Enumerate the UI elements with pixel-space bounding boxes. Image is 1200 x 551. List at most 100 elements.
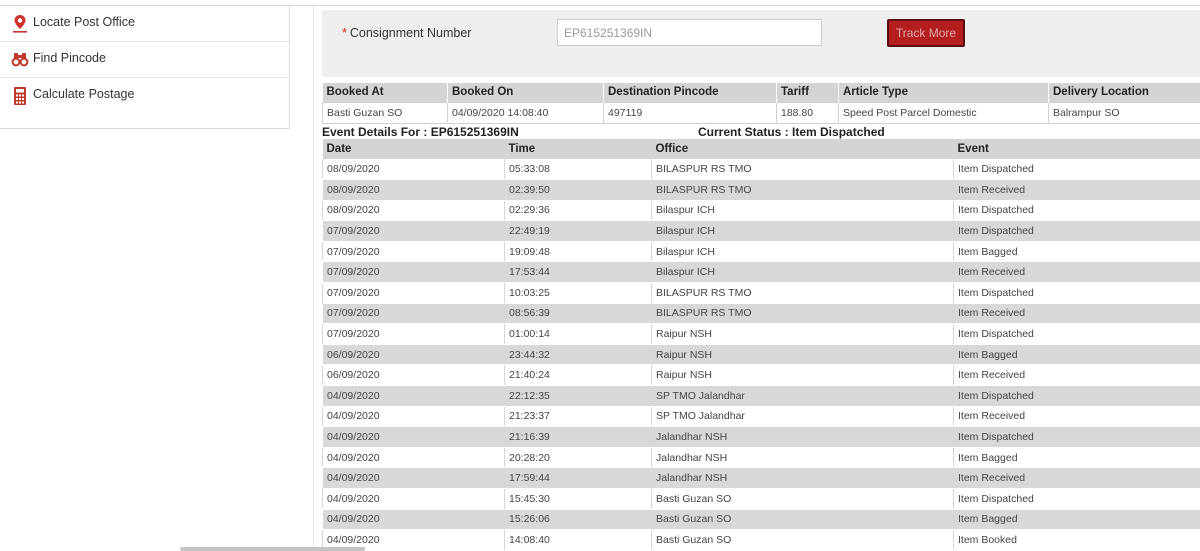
consignment-label-text: Consignment Number bbox=[349, 26, 472, 40]
event-cell: Item Received bbox=[953, 406, 1200, 428]
event-cell: Item Received bbox=[953, 303, 1200, 325]
binoculars-icon bbox=[11, 50, 29, 68]
column-header-time: Time bbox=[504, 139, 652, 159]
time-cell: 23:44:32 bbox=[504, 344, 652, 366]
event-cell: Item Dispatched bbox=[953, 385, 1200, 407]
date-cell: 04/09/2020 bbox=[322, 406, 505, 428]
date-cell: 07/09/2020 bbox=[322, 323, 505, 345]
office-cell: Raipur NSH bbox=[651, 323, 954, 345]
booking-header-row: Booked At Booked On Destination Pincode … bbox=[322, 83, 1200, 102]
booking-details-table: Booked At Booked On Destination Pincode … bbox=[322, 83, 1200, 124]
office-cell: Basti Guzan SO bbox=[651, 509, 954, 531]
date-cell: 04/09/2020 bbox=[322, 488, 505, 510]
consignment-number-input[interactable] bbox=[557, 19, 822, 46]
office-cell: Raipur NSH bbox=[651, 344, 954, 366]
table-row: 07/09/2020 01:00:14 Raipur NSH Item Dispatc… bbox=[322, 323, 1200, 345]
date-cell: 04/09/2020 bbox=[322, 467, 505, 489]
event-cell: Item Bagged bbox=[953, 509, 1200, 531]
horizontal-scrollbar[interactable] bbox=[180, 547, 365, 551]
sidebar-item-label: Find Pincode bbox=[33, 51, 106, 65]
office-cell: Raipur NSH bbox=[651, 364, 954, 387]
table-row: 07/09/2020 22:49:19 Bilaspur ICH Item Dispa… bbox=[322, 220, 1200, 242]
office-cell: BILASPUR RS TMO bbox=[651, 179, 954, 201]
date-cell: 08/09/2020 bbox=[322, 179, 505, 201]
date-cell: 07/09/2020 bbox=[322, 220, 505, 242]
booked-at-cell: Basti Guzan SO bbox=[322, 101, 448, 124]
time-cell: 17:59:44 bbox=[504, 467, 652, 489]
time-cell: 08:56:39 bbox=[504, 303, 652, 325]
table-row: 07/09/2020 08:56:39 BILASPUR RS TMO Item Re… bbox=[322, 303, 1200, 325]
calculator-icon bbox=[11, 86, 29, 105]
sidebar-item-find-pincode[interactable]: Find Pincode bbox=[0, 42, 289, 78]
office-cell: Basti Guzan SO bbox=[651, 488, 954, 510]
time-cell: 15:26:06 bbox=[504, 509, 652, 531]
event-cell: Item Dispatched bbox=[953, 282, 1200, 304]
time-cell: 02:29:36 bbox=[504, 200, 652, 222]
office-cell: BILASPUR RS TMO bbox=[651, 303, 954, 325]
event-cell: Item Bagged bbox=[953, 447, 1200, 469]
table-row: 04/09/2020 15:45:30 Basti Guzan SO Item Dis… bbox=[322, 488, 1200, 510]
column-header-office: Office bbox=[651, 139, 954, 159]
time-cell: 15:45:30 bbox=[504, 488, 652, 510]
time-cell: 17:53:44 bbox=[504, 261, 652, 284]
column-header-booked-at: Booked At bbox=[322, 83, 448, 102]
event-cell: Item Received bbox=[953, 364, 1200, 387]
event-cell: Item Dispatched bbox=[953, 200, 1200, 222]
time-cell: 10:03:25 bbox=[504, 282, 652, 304]
time-cell: 21:23:37 bbox=[504, 406, 652, 428]
column-header-booked-on: Booked On bbox=[447, 83, 604, 102]
current-status: Current Status : Item Dispatched bbox=[698, 125, 885, 139]
event-cell: Item Dispatched bbox=[953, 488, 1200, 510]
time-cell: 22:49:19 bbox=[504, 220, 652, 242]
date-cell: 08/09/2020 bbox=[322, 200, 505, 222]
office-cell: BILASPUR RS TMO bbox=[651, 159, 954, 181]
date-cell: 04/09/2020 bbox=[322, 509, 505, 531]
event-cell: Item Dispatched bbox=[953, 323, 1200, 345]
time-cell: 21:40:24 bbox=[504, 364, 652, 387]
table-row: 07/09/2020 10:03:25 BILASPUR RS TMO Item Di… bbox=[322, 282, 1200, 304]
office-cell: Jalandhar NSH bbox=[651, 447, 954, 469]
office-cell: SP TMO Jalandhar bbox=[651, 406, 954, 428]
column-header-article-type: Article Type bbox=[838, 83, 1049, 102]
office-cell: Bilaspur ICH bbox=[651, 220, 954, 242]
event-cell: Item Dispatched bbox=[953, 426, 1200, 448]
date-cell: 08/09/2020 bbox=[322, 159, 505, 181]
booking-row: Basti Guzan SO 04/09/2020 14:08:40 49711… bbox=[322, 101, 1200, 124]
table-row: 04/09/2020 17:59:44 Jalandhar NSH Item Rece… bbox=[322, 467, 1200, 489]
date-cell: 07/09/2020 bbox=[322, 303, 505, 325]
column-header-delivery-location: Delivery Location bbox=[1048, 83, 1200, 102]
time-cell: 21:16:39 bbox=[504, 426, 652, 448]
location-pin-icon bbox=[11, 14, 29, 33]
date-cell: 07/09/2020 bbox=[322, 241, 505, 263]
sidebar-item-label: Locate Post Office bbox=[33, 15, 135, 29]
event-cell: Item Booked bbox=[953, 529, 1200, 551]
delivery-location-cell: Balrampur SO bbox=[1048, 101, 1200, 124]
tariff-cell: 188.80 bbox=[776, 101, 839, 124]
table-row: 04/09/2020 21:16:39 Jalandhar NSH Item Disp… bbox=[322, 426, 1200, 448]
office-cell: Bilaspur ICH bbox=[651, 200, 954, 222]
date-cell: 04/09/2020 bbox=[322, 447, 505, 469]
table-row: 04/09/2020 22:12:35 SP TMO Jalandhar Item D… bbox=[322, 385, 1200, 407]
sidebar-item-calculate-postage[interactable]: Calculate Postage bbox=[0, 78, 289, 114]
table-row: 07/09/2020 17:53:44 Bilaspur ICH Item Recei… bbox=[322, 261, 1200, 284]
sidebar-item-locate-post-office[interactable]: Locate Post Office bbox=[0, 6, 289, 42]
events-header-row: Date Time Office Event bbox=[322, 139, 1200, 159]
time-cell: 22:12:35 bbox=[504, 385, 652, 407]
table-row: 04/09/2020 15:26:06 Basti Guzan SO Item Bag… bbox=[322, 509, 1200, 531]
content-divider bbox=[313, 6, 314, 551]
office-cell: Jalandhar NSH bbox=[651, 426, 954, 448]
table-row: 08/09/2020 02:39:50 BILASPUR RS TMO Item Re… bbox=[322, 179, 1200, 201]
office-cell: BILASPUR RS TMO bbox=[651, 282, 954, 304]
time-cell: 02:39:50 bbox=[504, 179, 652, 201]
booked-on-cell: 04/09/2020 14:08:40 bbox=[447, 101, 604, 124]
event-cell: Item Bagged bbox=[953, 344, 1200, 366]
table-row: 08/09/2020 05:33:08 BILASPUR RS TMO Item Di… bbox=[322, 159, 1200, 181]
office-cell: Basti Guzan SO bbox=[651, 529, 954, 551]
office-cell: SP TMO Jalandhar bbox=[651, 385, 954, 407]
office-cell: Jalandhar NSH bbox=[651, 467, 954, 489]
event-details-title: Event Details For : EP615251369IN bbox=[322, 125, 519, 139]
table-row: 08/09/2020 02:29:36 Bilaspur ICH Item Dispa… bbox=[322, 200, 1200, 222]
track-more-button[interactable]: Track More bbox=[887, 19, 965, 47]
table-row: 06/09/2020 21:40:24 Raipur NSH Item Receive… bbox=[322, 364, 1200, 387]
time-cell: 14:08:40 bbox=[504, 529, 652, 551]
